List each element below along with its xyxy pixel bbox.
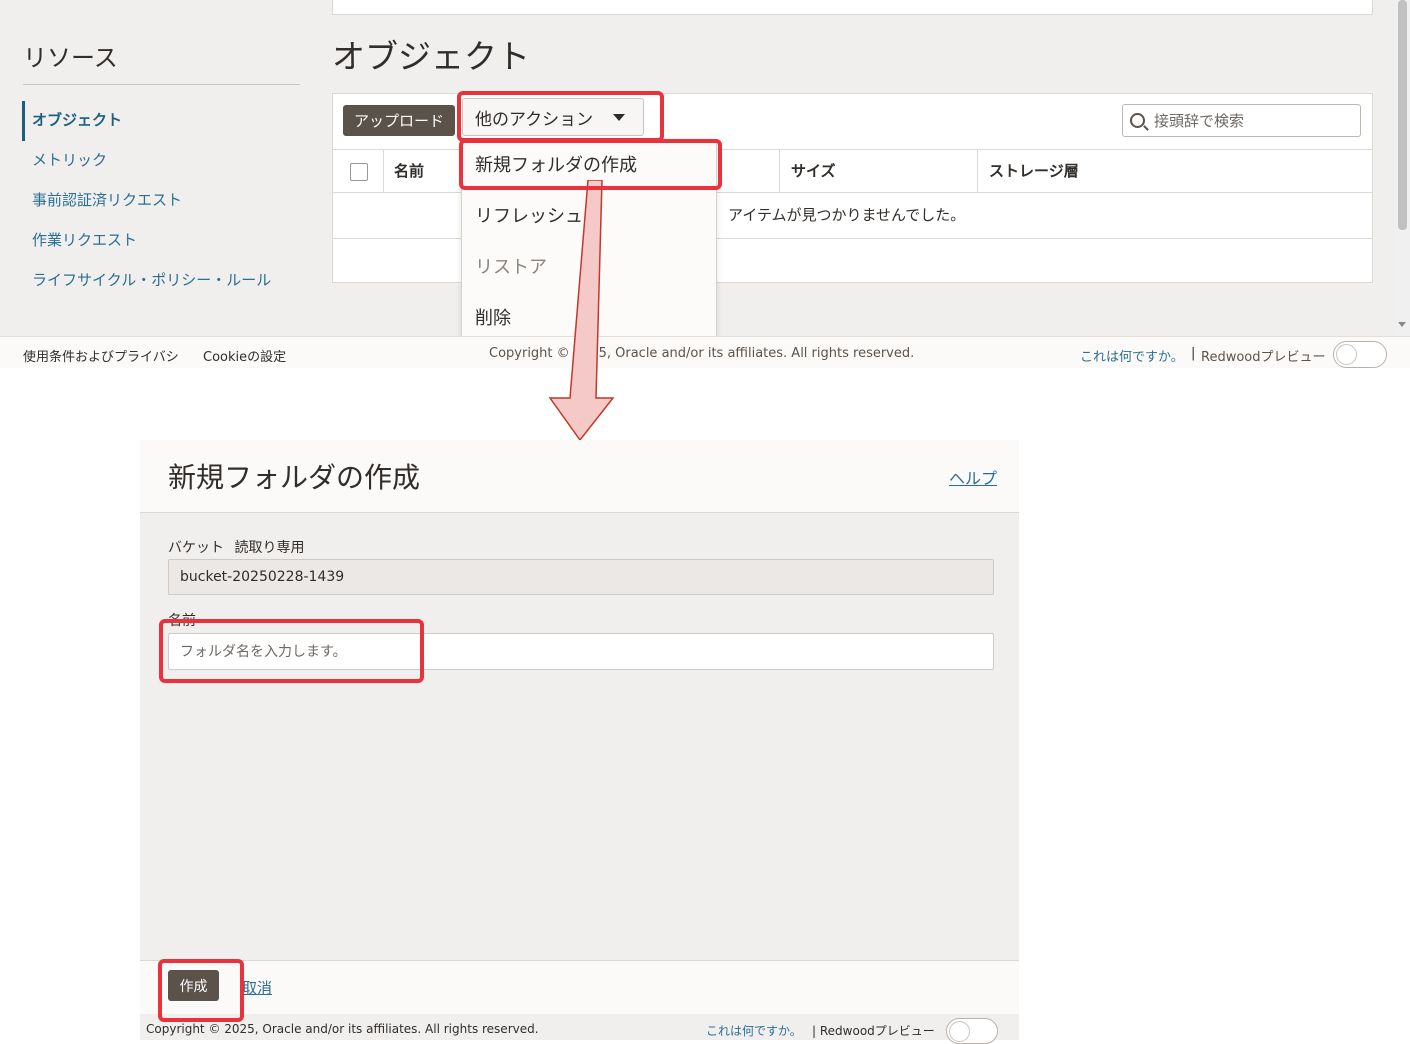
prefix-search-input[interactable] (1154, 109, 1354, 133)
toggle-knob (949, 1021, 970, 1042)
readonly-label: 読取り専用 (234, 540, 305, 556)
scrollbar-thumb[interactable] (1398, 0, 1407, 230)
empty-message: アイテムが見つかりませんでした。 (728, 206, 966, 224)
page-title: オブジェクト (332, 37, 530, 76)
dialog-redwood-text: Redwoodプレビュー (819, 1024, 935, 1038)
help-link[interactable]: ヘルプ (949, 465, 997, 489)
highlight-create-folder (459, 139, 722, 190)
search-icon (1130, 113, 1145, 128)
column-divider (383, 149, 384, 193)
redwood-preview-label: Redwoodプレビュー (1201, 350, 1326, 365)
dialog-copyright-text: Copyright © 2025, Oracle and/or its affi… (146, 1022, 539, 1036)
redwood-preview-toggle[interactable] (1333, 341, 1387, 368)
page-scrollbar[interactable] (1395, 0, 1410, 335)
create-folder-dialog (140, 440, 1019, 1040)
sidebar-item-objects[interactable]: オブジェクト (32, 109, 272, 131)
dialog-title: 新規フォルダの作成 (168, 461, 421, 494)
sidebar-active-indicator (22, 101, 25, 141)
dialog-redwood-label: | Redwoodプレビュー (812, 1022, 935, 1039)
column-header-storage-tier[interactable]: ストレージ層 (989, 160, 1079, 181)
cancel-link[interactable]: 取消 (242, 977, 272, 998)
menu-item-delete[interactable]: 削除 (475, 304, 511, 330)
dialog-redwood-toggle[interactable] (946, 1018, 998, 1044)
column-divider (779, 149, 780, 193)
highlight-create-button (158, 959, 244, 1022)
column-header-size[interactable]: サイズ (791, 160, 836, 181)
column-divider (977, 149, 978, 193)
flow-arrow-icon (548, 180, 615, 442)
bucket-field: bucket-20250228-1439 (168, 559, 994, 595)
upload-button[interactable]: アップロード (343, 105, 455, 136)
sidebar-item-metrics[interactable]: メトリック (32, 149, 272, 171)
sidebar-divider (23, 84, 300, 85)
highlight-more-actions (457, 91, 664, 142)
terms-link[interactable]: 使用条件およびプライバシ (23, 346, 179, 365)
sidebar-title: リソース (23, 44, 118, 72)
previous-section-card (332, 0, 1373, 15)
cookie-settings-link[interactable]: Cookieの設定 (203, 346, 286, 365)
scroll-down-icon[interactable] (1398, 322, 1406, 327)
bucket-label-text: バケット (168, 540, 224, 556)
sidebar-item-preauth-requests[interactable]: 事前認証済リクエスト (32, 189, 272, 211)
dialog-what-is-this-link[interactable]: これは何ですか。 (706, 1022, 802, 1039)
what-is-this-link[interactable]: これは何ですか。 (1080, 346, 1184, 365)
bucket-label: バケット 読取り専用 (168, 537, 304, 557)
dialog-footer-separator: | (812, 1024, 817, 1038)
highlight-name-input (159, 619, 424, 683)
menu-item-restore: リストア (475, 257, 547, 278)
toggle-knob (1336, 344, 1357, 365)
select-all-checkbox[interactable] (350, 163, 368, 181)
prefix-search[interactable] (1122, 104, 1361, 137)
sidebar-item-work-requests[interactable]: 作業リクエスト (32, 229, 272, 251)
column-header-name[interactable]: 名前 (394, 160, 424, 181)
sidebar-item-lifecycle-rules[interactable]: ライフサイクル・ポリシー・ルール (32, 269, 272, 291)
footer-separator: | (1191, 346, 1196, 361)
